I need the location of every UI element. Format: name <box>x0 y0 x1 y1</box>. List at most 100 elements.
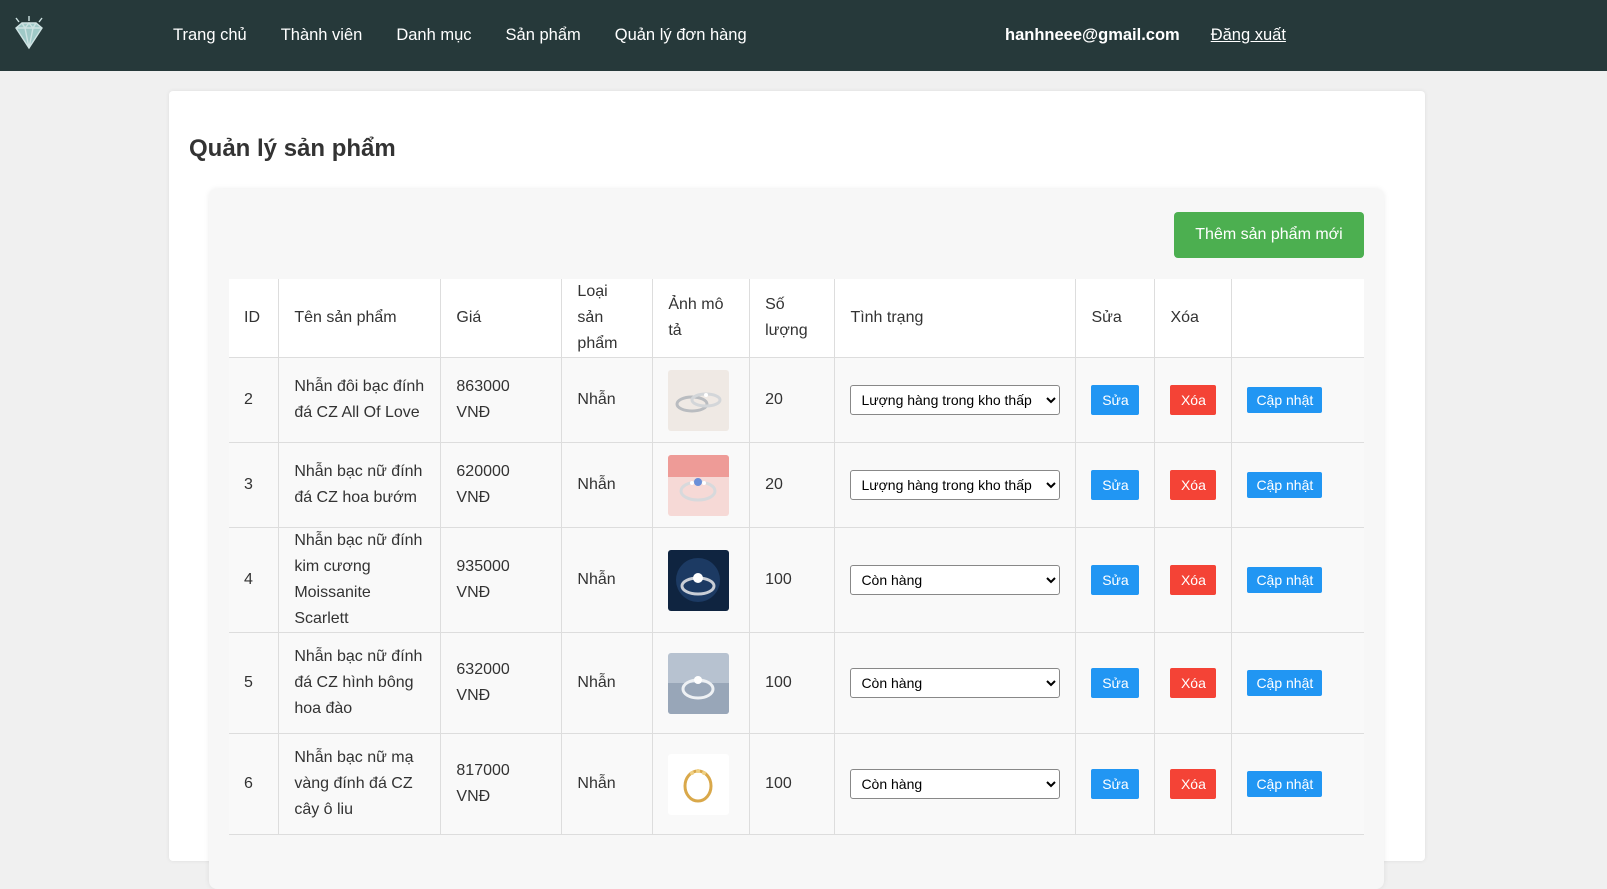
cell-category: Nhẫn <box>561 357 654 443</box>
page-title: Quản lý sản phẩm <box>189 135 396 162</box>
edit-button[interactable]: Sửa <box>1091 769 1140 799</box>
cell-edit: Sửa <box>1075 442 1156 528</box>
cell-image <box>652 442 751 528</box>
cell-price: 620000 VNĐ <box>440 442 563 528</box>
cell-id: 6 <box>229 733 280 835</box>
nav-link-categories[interactable]: Danh mục <box>396 26 471 45</box>
cell-name: Nhẫn bạc nữ đính kim cương Moissanite Sc… <box>278 527 442 633</box>
cell-delete: Xóa <box>1154 733 1233 835</box>
nav-link-orders[interactable]: Quản lý đơn hàng <box>615 26 747 45</box>
product-image-ring-olive-gold <box>668 753 730 815</box>
cell-edit: Sửa <box>1075 527 1156 633</box>
cell-status: Còn hàng <box>834 632 1077 734</box>
nav-link-products[interactable]: Sản phẩm <box>506 26 581 45</box>
cell-id: 5 <box>229 632 280 734</box>
cell-update: Cập nhật <box>1231 733 1364 835</box>
header-delete: Xóa <box>1154 279 1233 358</box>
header-status: Tình trạng <box>834 279 1077 358</box>
cell-delete: Xóa <box>1154 527 1233 633</box>
cell-name: Nhẫn bạc nữ đính đá CZ hình bông hoa đào <box>278 632 442 734</box>
cell-update: Cập nhật <box>1231 527 1364 633</box>
cell-category: Nhẫn <box>561 733 654 835</box>
cell-image <box>652 357 751 443</box>
header-id: ID <box>229 279 280 358</box>
user-area: hanhneee@gmail.com Đăng xuất <box>1005 0 1286 71</box>
nav-link-members[interactable]: Thành viên <box>281 26 363 45</box>
cell-price: 935000 VNĐ <box>440 527 563 633</box>
delete-button[interactable]: Xóa <box>1170 470 1217 500</box>
cell-edit: Sửa <box>1075 357 1156 443</box>
cell-status: Lượng hàng trong kho thấp <box>834 357 1077 443</box>
cell-update: Cập nhật <box>1231 442 1364 528</box>
delete-button[interactable]: Xóa <box>1170 668 1217 698</box>
add-product-button[interactable]: Thêm sản phẩm mới <box>1174 212 1364 258</box>
cell-id: 2 <box>229 357 280 443</box>
edit-button[interactable]: Sửa <box>1091 565 1140 595</box>
products-panel: Thêm sản phẩm mới ID Tên sản phẩm Giá Lo… <box>209 189 1384 889</box>
status-select[interactable]: Còn hàng <box>850 668 1061 698</box>
user-email: hanhneee@gmail.com <box>1005 26 1180 44</box>
cell-image <box>652 632 751 734</box>
header-image: Ảnh mô tả <box>652 279 751 358</box>
cell-category: Nhẫn <box>561 632 654 734</box>
cell-id: 3 <box>229 442 280 528</box>
products-table: ID Tên sản phẩm Giá Loại sản phẩm Ảnh mô… <box>229 279 1364 835</box>
logout-link[interactable]: Đăng xuất <box>1211 26 1286 45</box>
cell-delete: Xóa <box>1154 442 1233 528</box>
update-button[interactable]: Cập nhật <box>1247 386 1323 413</box>
update-button[interactable]: Cập nhật <box>1247 770 1323 797</box>
edit-button[interactable]: Sửa <box>1091 470 1140 500</box>
delete-button[interactable]: Xóa <box>1170 769 1217 799</box>
delete-button[interactable]: Xóa <box>1170 385 1217 415</box>
main-nav: Trang chủ Thành viên Danh mục Sản phẩm Q… <box>173 0 781 71</box>
delete-button[interactable]: Xóa <box>1170 565 1217 595</box>
status-select[interactable]: Lượng hàng trong kho thấp <box>850 385 1061 415</box>
status-select[interactable]: Lượng hàng trong kho thấp <box>850 470 1061 500</box>
table-row: 3 Nhẫn bạc nữ đính đá CZ hoa bướm 620000… <box>229 442 1364 528</box>
top-navbar: Trang chủ Thành viên Danh mục Sản phẩm Q… <box>0 0 1607 71</box>
header-update <box>1231 279 1364 358</box>
cell-quantity: 20 <box>749 442 836 528</box>
nav-link-home[interactable]: Trang chủ <box>173 26 247 45</box>
cell-quantity: 100 <box>749 632 836 734</box>
header-quantity: Số lượng <box>749 279 836 358</box>
edit-button[interactable]: Sửa <box>1091 668 1140 698</box>
header-category: Loại sản phẩm <box>561 279 654 358</box>
table-row: 5 Nhẫn bạc nữ đính đá CZ hình bông hoa đ… <box>229 632 1364 734</box>
status-select[interactable]: Còn hàng <box>850 565 1061 595</box>
cell-price: 632000 VNĐ <box>440 632 563 734</box>
cell-delete: Xóa <box>1154 632 1233 734</box>
edit-button[interactable]: Sửa <box>1091 385 1140 415</box>
product-image-ring-moissanite <box>668 549 730 611</box>
cell-edit: Sửa <box>1075 733 1156 835</box>
main-container: Quản lý sản phẩm Thêm sản phẩm mới ID Tê… <box>169 91 1425 889</box>
cell-image <box>652 733 751 835</box>
cell-status: Lượng hàng trong kho thấp <box>834 442 1077 528</box>
cell-status: Còn hàng <box>834 733 1077 835</box>
cell-edit: Sửa <box>1075 632 1156 734</box>
cell-name: Nhẫn bạc nữ mạ vàng đính đá CZ cây ô liu <box>278 733 442 835</box>
cell-price: 863000 VNĐ <box>440 357 563 443</box>
cell-name: Nhẫn đôi bạc đính đá CZ All Of Love <box>278 357 442 443</box>
status-select[interactable]: Còn hàng <box>850 769 1061 799</box>
cell-price: 817000 VNĐ <box>440 733 563 835</box>
cell-image <box>652 527 751 633</box>
cell-category: Nhẫn <box>561 442 654 528</box>
cell-id: 4 <box>229 527 280 633</box>
product-image-ring-peach-blossom <box>668 652 730 714</box>
cell-quantity: 100 <box>749 733 836 835</box>
cell-status: Còn hàng <box>834 527 1077 633</box>
cell-update: Cập nhật <box>1231 357 1364 443</box>
header-name: Tên sản phẩm <box>278 279 442 358</box>
cell-delete: Xóa <box>1154 357 1233 443</box>
table-row: 6 Nhẫn bạc nữ mạ vàng đính đá CZ cây ô l… <box>229 733 1364 835</box>
update-button[interactable]: Cập nhật <box>1247 566 1323 593</box>
cell-name: Nhẫn bạc nữ đính đá CZ hoa bướm <box>278 442 442 528</box>
cell-quantity: 100 <box>749 527 836 633</box>
header-edit: Sửa <box>1075 279 1156 358</box>
update-button[interactable]: Cập nhật <box>1247 471 1323 498</box>
diamond-logo-icon[interactable] <box>10 14 48 54</box>
table-header-row: ID Tên sản phẩm Giá Loại sản phẩm Ảnh mô… <box>229 279 1364 358</box>
update-button[interactable]: Cập nhật <box>1247 669 1323 696</box>
header-price: Giá <box>440 279 563 358</box>
